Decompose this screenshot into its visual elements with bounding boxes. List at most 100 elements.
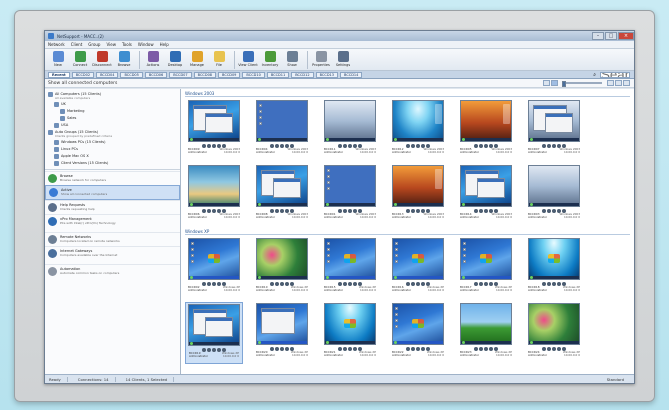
control-icon[interactable]: [479, 143, 483, 148]
search-icon[interactable]: ⌕: [593, 72, 596, 78]
menu-view[interactable]: View: [106, 42, 116, 47]
control-icon[interactable]: [411, 281, 415, 286]
control-icon[interactable]: [411, 208, 415, 213]
control-icon[interactable]: [270, 143, 274, 148]
nav-item-automation[interactable]: Automation Automate common tasks on compu…: [45, 264, 180, 278]
control-icon[interactable]: [348, 281, 352, 286]
desktop-thumbnail[interactable]: [256, 303, 308, 345]
tree-item-sales[interactable]: Sales: [45, 115, 180, 122]
control-icon[interactable]: [212, 208, 216, 213]
control-icon[interactable]: [411, 346, 415, 351]
control-icon[interactable]: [547, 281, 551, 286]
control-icon[interactable]: [280, 208, 284, 213]
control-icon[interactable]: [217, 347, 221, 352]
computer-tile[interactable]: BCCD21 Windows XP Administrator 10.00.0.0 0: [321, 302, 379, 364]
tab-recent[interactable]: Recent: [48, 71, 70, 78]
computer-tile[interactable]: BCCD15 Windows XP Administrator 10.00.0.0 0: [321, 237, 379, 299]
desktop-thumbnail[interactable]: [188, 238, 240, 280]
control-icon[interactable]: [202, 347, 206, 352]
desktop-thumbnail[interactable]: [188, 165, 240, 207]
minimize-button[interactable]: –: [592, 32, 604, 40]
computer-tile[interactable]: BCCD04 Windows 2003 Administrator 10.00.0.0…: [253, 99, 311, 161]
control-icon[interactable]: [343, 281, 347, 286]
control-icon[interactable]: [416, 143, 420, 148]
control-icon[interactable]: [479, 208, 483, 213]
desktop-thumbnail[interactable]: [528, 100, 580, 142]
control-icon[interactable]: [479, 346, 483, 351]
browse-button[interactable]: Browse: [114, 51, 134, 67]
desktop-thumbnail[interactable]: [188, 100, 240, 142]
control-icon[interactable]: [557, 346, 561, 351]
control-icon[interactable]: [338, 208, 342, 213]
control-icon[interactable]: [353, 346, 357, 351]
control-icon[interactable]: [285, 346, 289, 351]
control-icon[interactable]: [338, 143, 342, 148]
control-icon[interactable]: [547, 208, 551, 213]
control-icon[interactable]: [474, 143, 478, 148]
control-icon[interactable]: [406, 143, 410, 148]
tree-item-linux-pcs[interactable]: Linux PCs: [45, 146, 180, 153]
desktop-thumbnail[interactable]: [528, 238, 580, 280]
desktop-thumbnail[interactable]: [256, 238, 308, 280]
computer-tile[interactable]: BCCD18 Windows XP Administrator 10.00.0.0 0: [525, 237, 583, 299]
control-icon[interactable]: [542, 208, 546, 213]
settings-button[interactable]: Settings: [333, 51, 353, 67]
menu-window[interactable]: Window: [138, 42, 154, 47]
tree-item-uk[interactable]: UK: [45, 101, 180, 108]
control-icon[interactable]: [421, 281, 425, 286]
control-icon[interactable]: [207, 208, 211, 213]
control-icon[interactable]: [202, 208, 206, 213]
tree-item-usa[interactable]: USA: [45, 122, 180, 129]
control-icon[interactable]: [348, 143, 352, 148]
control-icon[interactable]: [207, 281, 211, 286]
desktop-thumbnail[interactable]: [460, 165, 512, 207]
control-icon[interactable]: [217, 281, 221, 286]
control-icon[interactable]: [275, 281, 279, 286]
desktop-thumbnail[interactable]: [324, 303, 376, 345]
inventory-button[interactable]: Inventory: [260, 51, 280, 67]
menu-tools[interactable]: Tools: [122, 42, 132, 47]
actions-button[interactable]: Actions: [143, 51, 163, 67]
computer-tile[interactable]: BCCD20 Windows XP Administrator 10.00.0.0 0: [253, 302, 311, 364]
tab-bccd09[interactable]: BCCD09: [218, 71, 241, 78]
control-icon[interactable]: [547, 143, 551, 148]
control-icon[interactable]: [552, 281, 556, 286]
nav-item-active[interactable]: Active Show all connected computers: [45, 185, 180, 200]
computer-tile[interactable]: BCCD03 Windows 2003 Administrator 10.00.0.0…: [525, 164, 583, 226]
control-icon[interactable]: [270, 208, 274, 213]
control-icon[interactable]: [270, 346, 274, 351]
manage-button[interactable]: Manage: [187, 51, 207, 67]
control-icon[interactable]: [202, 281, 206, 286]
tab-bccd13[interactable]: BCCD13: [315, 71, 338, 78]
computer-tile[interactable]: BCCD02 Windows XP Administrator 10.00.0.0 0: [185, 237, 243, 299]
control-icon[interactable]: [280, 143, 284, 148]
layout-button[interactable]: [623, 80, 630, 86]
disconnect-button[interactable]: Disconnect: [92, 51, 112, 67]
control-icon[interactable]: [212, 347, 216, 352]
file-button[interactable]: File: [209, 51, 229, 67]
control-icon[interactable]: [202, 143, 206, 148]
desktop-thumbnail[interactable]: [460, 238, 512, 280]
nav-item-internet-gateways[interactable]: Internet Gateways Computers available ove…: [45, 246, 180, 260]
tree-item-auto-groups-15-clients[interactable]: Auto Groups (15 Clients) Clients grouped …: [45, 129, 180, 139]
control-icon[interactable]: [348, 346, 352, 351]
computer-tile[interactable]: BCCD09 Windows 2003 Administrator 10.00.0.0…: [185, 99, 243, 161]
computer-tile[interactable]: BCCD01 Windows 2003 Administrator 10.00.0.0…: [321, 164, 379, 226]
refresh-button[interactable]: [543, 80, 550, 86]
computer-tile[interactable]: BCCD24 Windows XP Administrator 10.00.0.0 0: [525, 302, 583, 364]
control-icon[interactable]: [421, 346, 425, 351]
tab-bccd02[interactable]: BCCD02: [71, 71, 95, 78]
control-icon[interactable]: [275, 208, 279, 213]
computer-tile[interactable]: BCCD07 Windows 2003 Administrator 10.00.0.0…: [525, 99, 583, 161]
nav-item-vpro-management[interactable]: vPro Management PCs with Intel(r) vPro(tm…: [45, 214, 180, 228]
control-icon[interactable]: [338, 281, 342, 286]
control-icon[interactable]: [474, 281, 478, 286]
computer-tile[interactable]: BCCD08 Windows 2003 Administrator 10.00.0.0…: [253, 164, 311, 226]
control-icon[interactable]: [343, 346, 347, 351]
control-icon[interactable]: [411, 143, 415, 148]
desktop-thumbnail[interactable]: [324, 165, 376, 207]
tree-item-client-versions-15-clients[interactable]: Client Versions (15 Clients): [45, 160, 180, 167]
search-input[interactable]: [600, 71, 630, 78]
control-icon[interactable]: [489, 281, 493, 286]
desktop-thumbnail[interactable]: [528, 165, 580, 207]
